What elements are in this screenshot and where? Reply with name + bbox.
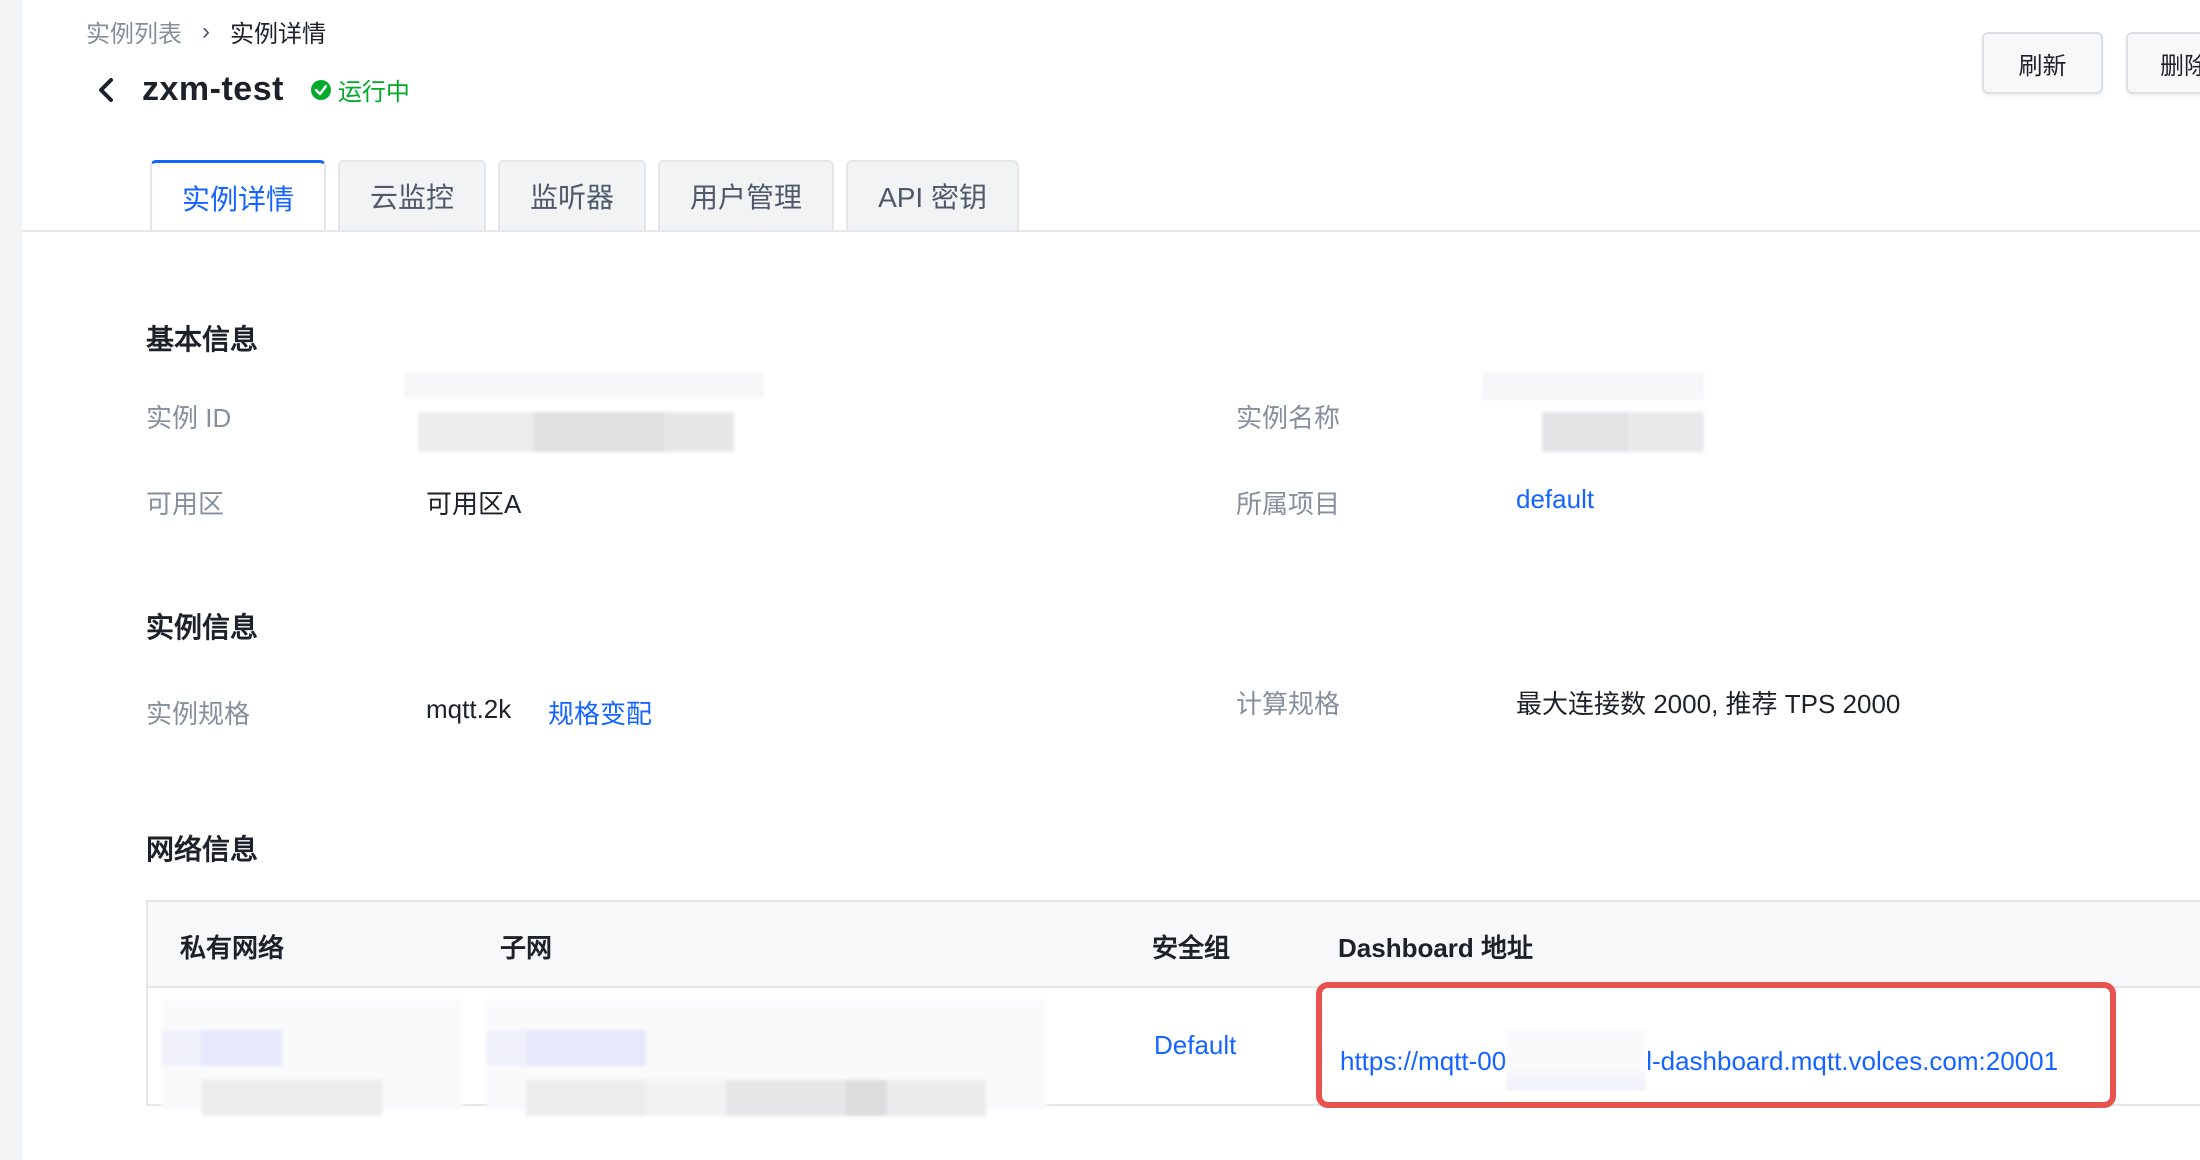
- instance-name-label: 实例名称: [1236, 403, 1341, 433]
- compute-spec-value: 最大连接数 2000, 推荐 TPS 2000: [1516, 689, 1901, 719]
- instance-id-value-redacted: [404, 362, 764, 454]
- check-circle-icon: [310, 79, 331, 100]
- network-info-title: 网络信息: [146, 834, 259, 865]
- spec-change-link[interactable]: 规格变配: [548, 694, 652, 731]
- basic-info-title: 基本信息: [146, 324, 259, 355]
- subnet-value-redacted: [486, 1000, 1046, 1116]
- tab-bar: 实例详情 云监控 监听器 用户管理 API 密钥: [150, 160, 1031, 232]
- column-header-vpc: 私有网络: [180, 933, 285, 963]
- column-header-subnet: 子网: [500, 933, 553, 963]
- security-group-link[interactable]: Default: [1154, 1030, 1236, 1061]
- project-link[interactable]: default: [1516, 484, 1594, 515]
- tab-user-management[interactable]: 用户管理: [658, 160, 835, 230]
- vpc-value-redacted: [162, 1000, 462, 1116]
- refresh-button[interactable]: 刷新: [1982, 32, 2103, 94]
- project-label: 所属项目: [1236, 489, 1341, 519]
- tab-cloud-monitor[interactable]: 云监控: [338, 160, 487, 230]
- tab-divider: [22, 230, 2200, 232]
- instance-info-title: 实例信息: [146, 612, 259, 643]
- instance-name-value-redacted: [1482, 366, 1704, 452]
- page-title: zxm-test: [142, 70, 284, 108]
- tab-listener[interactable]: 监听器: [498, 160, 647, 230]
- compute-spec-label: 计算规格: [1236, 689, 1341, 719]
- zone-value: 可用区A: [426, 489, 522, 519]
- table-header: 私有网络 子网 安全组 Dashboard 地址: [148, 902, 2200, 988]
- zone-label: 可用区: [146, 489, 225, 519]
- tab-api-key[interactable]: API 密钥: [846, 160, 1019, 230]
- column-header-dashboard-address: Dashboard 地址: [1338, 933, 1534, 963]
- chevron-right-icon: ›: [202, 17, 210, 45]
- status-text: 运行中: [337, 79, 410, 106]
- dashboard-highlight-box: [1316, 982, 2116, 1108]
- breadcrumb-instance-list[interactable]: 实例列表: [86, 14, 182, 49]
- title-row: zxm-test 运行中: [92, 70, 410, 109]
- status-badge: 运行中: [310, 72, 410, 107]
- column-header-security-group: 安全组: [1152, 933, 1231, 963]
- chevron-left-icon[interactable]: [92, 72, 120, 108]
- tab-instance-details[interactable]: 实例详情: [150, 160, 327, 232]
- instance-spec-label: 实例规格: [146, 699, 251, 729]
- instance-spec-value: mqtt.2k: [426, 694, 512, 724]
- breadcrumb: 实例列表 › 实例详情: [86, 14, 326, 49]
- delete-button[interactable]: 删除: [2126, 32, 2200, 94]
- instance-id-label: 实例 ID: [146, 403, 232, 433]
- left-rail: [0, 0, 22, 1160]
- breadcrumb-current: 实例详情: [230, 21, 326, 48]
